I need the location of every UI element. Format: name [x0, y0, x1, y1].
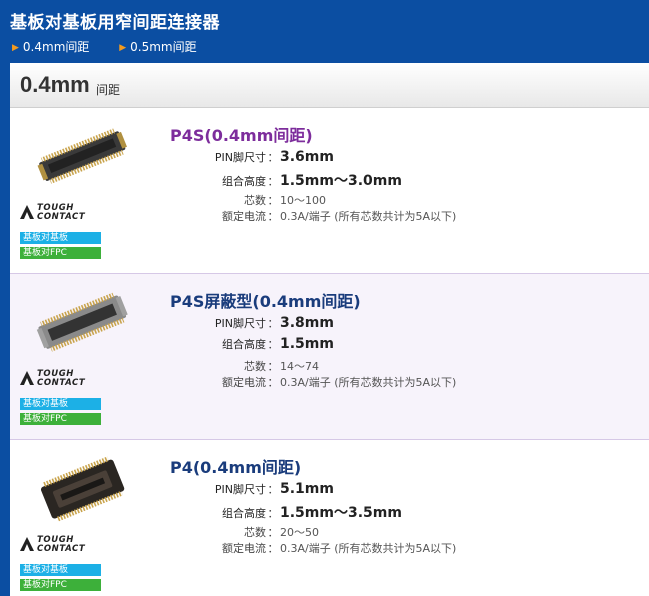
spec-pin-count: 芯数： 14～74 [244, 360, 319, 373]
product-card-p4s-shield: TOUGH CONTACT 基板对基板 基板对FPC P4S屏蔽型(0.4mm间距… [10, 274, 649, 440]
nav-link-0-4mm[interactable]: ▶ 0.4mm间距 [12, 38, 89, 55]
spec-mated-height: 组合高度： 1.5mm～3.5mm [222, 505, 402, 521]
tag-board-to-board: 基板对基板 [20, 232, 101, 244]
spec-pin-count: 芯数： 10～100 [244, 194, 326, 207]
nav-link-0-5mm[interactable]: ▶ 0.5mm间距 [119, 38, 196, 55]
spec-rated-current: 额定电流： 0.3A/端子 (所有芯数共计为5A以下) [222, 542, 457, 555]
connector-image[interactable] [28, 450, 138, 530]
tag-board-to-board: 基板对基板 [20, 398, 101, 410]
tough-contact-logo: TOUGH CONTACT [20, 536, 110, 558]
spec-pin-size: PIN脚尺寸： 5.1mm [214, 481, 334, 497]
spec-mated-height: 组合高度： 1.5mm [222, 336, 334, 352]
connector-image[interactable] [28, 284, 138, 364]
left-border [0, 63, 10, 596]
section-pitch-value: 0.4mm [20, 72, 90, 97]
page-title: 基板对基板用窄间距连接器 [10, 13, 220, 33]
section-pitch-label: 间距 [96, 83, 121, 97]
product-card-p4: TOUGH CONTACT 基板对基板 基板对FPC P4(0.4mm间距) PI… [10, 440, 649, 596]
triangle-right-icon: ▶ [119, 43, 127, 53]
tough-contact-logo: TOUGH CONTACT [20, 204, 110, 226]
triangle-right-icon: ▶ [12, 43, 19, 53]
spec-pin-size: PIN脚尺寸： 3.6mm [214, 149, 334, 165]
tag-board-to-fpc: 基板对FPC [20, 413, 101, 425]
spec-pin-count: 芯数： 20～50 [244, 526, 319, 539]
spec-rated-current: 额定电流： 0.3A/端子 (所有芯数共计为5A以下) [222, 376, 457, 389]
spec-rated-current: 额定电流： 0.3A/端子 (所有芯数共计为5A以下) [222, 210, 457, 223]
pitch-nav: ▶ 0.4mm间距 ▶ 0.5mm间距 [12, 38, 223, 55]
spec-pin-size: PIN脚尺寸： 3.8mm [214, 315, 334, 331]
product-name-link[interactable]: P4S(0.4mm间距) [170, 122, 313, 146]
spec-mated-height: 组合高度： 1.5mm～3.0mm [222, 173, 402, 189]
tag-board-to-board: 基板对基板 [20, 564, 101, 576]
nav-link-label: 0.5mm间距 [130, 40, 197, 54]
tag-board-to-fpc: 基板对FPC [20, 579, 101, 591]
section-heading: 0.4mm 间距 [10, 63, 649, 108]
connector-image[interactable] [28, 118, 138, 198]
top-header: 基板对基板用窄间距连接器 ▶ 0.4mm间距 ▶ 0.5mm间距 [0, 0, 649, 63]
product-card-p4s: TOUGH CONTACT 基板对基板 基板对FPC P4S(0.4mm间距) P… [10, 108, 649, 274]
nav-link-label: 0.4mm间距 [22, 40, 90, 54]
tough-contact-logo: TOUGH CONTACT [20, 370, 110, 392]
tag-board-to-fpc: 基板对FPC [20, 247, 101, 259]
product-name-link[interactable]: P4(0.4mm间距) [170, 454, 301, 478]
product-name-link[interactable]: P4S屏蔽型(0.4mm间距) [170, 288, 361, 312]
